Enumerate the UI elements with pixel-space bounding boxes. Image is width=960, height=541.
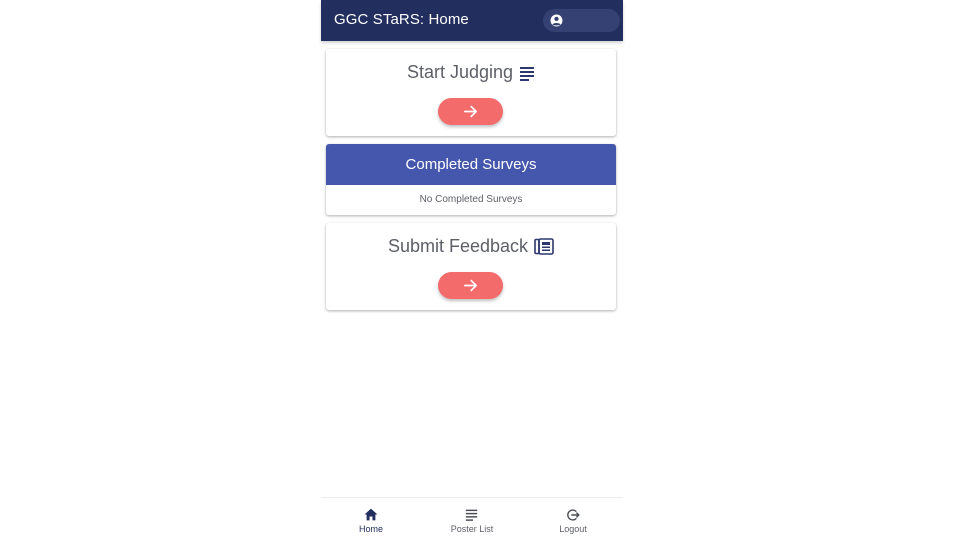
- page-title: GGC STaRS: Home: [334, 11, 469, 28]
- newspaper-icon: [534, 238, 554, 260]
- submit-feedback-title: Submit Feedback: [387, 236, 529, 256]
- nav-label-poster-list: Poster List: [450, 524, 494, 534]
- submit-feedback-button[interactable]: [438, 272, 503, 299]
- nav-label-logout: Logout: [559, 524, 587, 534]
- logout-icon: [567, 509, 580, 521]
- start-judging-button[interactable]: [438, 98, 503, 125]
- nav-label-home: Home: [358, 524, 383, 534]
- submit-feedback-card: Submit Feedback: [326, 223, 616, 310]
- completed-surveys-header: Completed Surveys: [326, 144, 616, 185]
- completed-surveys-empty-text: No Completed Surveys: [419, 194, 523, 205]
- account-button[interactable]: [543, 9, 620, 32]
- arrow-right-icon: [463, 105, 478, 118]
- nav-item-home[interactable]: Home: [321, 498, 421, 541]
- completed-surveys-card: Completed Surveys No Completed Surveys: [326, 144, 616, 215]
- bottom-navigation: Home Poster List Logout: [321, 497, 623, 541]
- list-icon: [519, 64, 535, 86]
- nav-item-poster-list[interactable]: Poster List: [422, 498, 522, 541]
- home-icon: [364, 508, 378, 521]
- submit-feedback-title-row: Submit Feedback: [326, 235, 616, 257]
- account-circle-icon: [550, 14, 563, 27]
- list-icon: [465, 509, 478, 521]
- arrow-right-icon: [463, 279, 478, 292]
- start-judging-title-row: Start Judging: [326, 61, 616, 83]
- app-header: GGC STaRS: Home: [321, 0, 623, 41]
- start-judging-card: Start Judging: [326, 49, 616, 136]
- nav-item-logout[interactable]: Logout: [523, 498, 623, 541]
- start-judging-title: Start Judging: [406, 62, 514, 82]
- app-container: GGC STaRS: Home Start Judging Completed …: [321, 0, 623, 541]
